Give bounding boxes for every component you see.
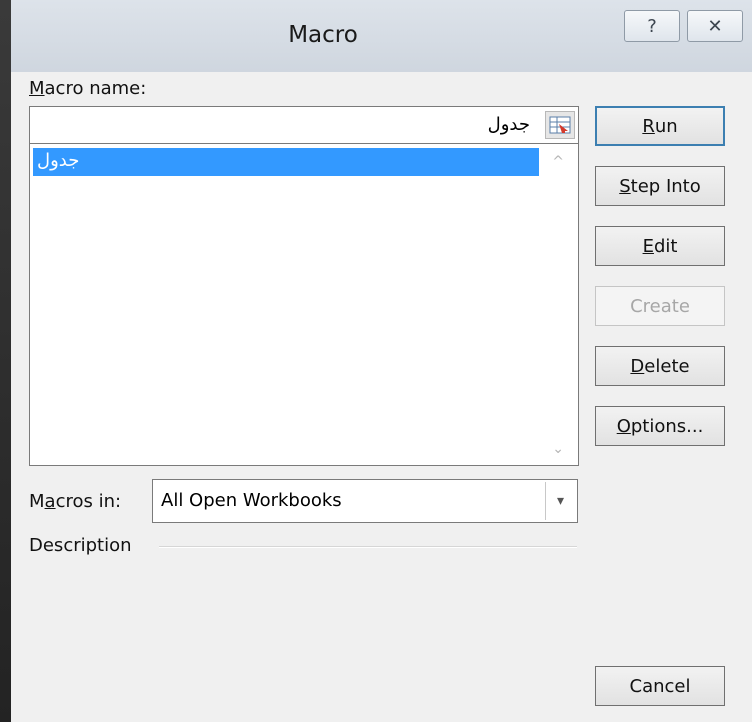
- background-edge: [0, 0, 11, 722]
- delete-button[interactable]: Delete: [595, 346, 725, 386]
- run-button[interactable]: Run: [595, 106, 725, 146]
- range-selector-icon: [549, 116, 571, 134]
- create-button: Create: [595, 286, 725, 326]
- options-button[interactable]: Options...: [595, 406, 725, 446]
- title-bar[interactable]: Macro ? ✕: [11, 0, 752, 72]
- close-button[interactable]: ✕: [687, 10, 743, 42]
- macro-name-value: جدول: [487, 114, 530, 135]
- macros-in-value: All Open Workbooks: [161, 490, 342, 511]
- step-into-button[interactable]: Step Into: [595, 166, 725, 206]
- chevron-down-icon[interactable]: ▾: [545, 482, 575, 520]
- cancel-button[interactable]: Cancel: [595, 666, 725, 706]
- list-item[interactable]: جدول: [33, 148, 539, 176]
- macros-in-label: Macros in:: [29, 491, 122, 512]
- help-button[interactable]: ?: [624, 10, 680, 42]
- description-label: Description: [29, 535, 132, 556]
- macro-dialog: Macro ? ✕ Macro name: جدول جدول ^ ⌄ R un…: [0, 0, 752, 722]
- macro-list[interactable]: جدول ^ ⌄: [29, 143, 579, 466]
- help-icon: ?: [647, 15, 657, 37]
- scroll-up-icon[interactable]: ^: [552, 154, 564, 170]
- macro-name-label: Macro name:: [29, 78, 147, 99]
- close-icon: ✕: [707, 15, 723, 37]
- macros-in-select[interactable]: All Open Workbooks ▾: [152, 479, 578, 523]
- scroll-down-icon[interactable]: ⌄: [552, 441, 564, 457]
- range-selector-button[interactable]: [545, 111, 575, 139]
- edit-button[interactable]: Edit: [595, 226, 725, 266]
- description-divider: [159, 546, 577, 548]
- dialog-body: Macro name: جدول جدول ^ ⌄ Run S tep Into…: [11, 72, 752, 722]
- macro-name-input[interactable]: جدول: [29, 106, 579, 144]
- window-title: Macro: [288, 22, 358, 48]
